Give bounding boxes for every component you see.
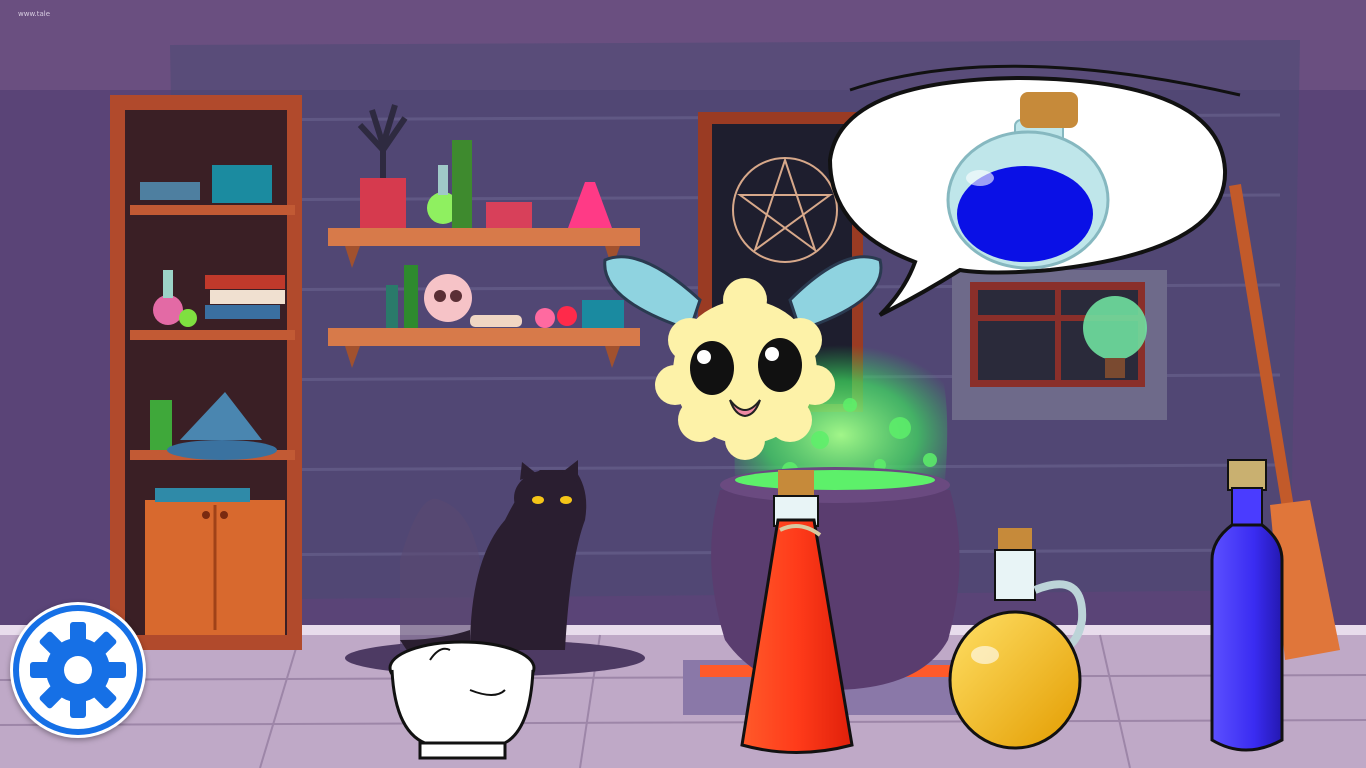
red-potion-button[interactable] [740,468,855,760]
game-scene [0,0,1366,768]
small-window [952,270,1167,420]
gear-icon [13,605,143,735]
corner-watermark-label: www.tale [18,10,51,18]
blue-potion-button[interactable] [1208,458,1288,760]
bookshelf [110,95,302,650]
settings-button[interactable] [10,602,146,738]
mortar-bowl-target[interactable] [390,640,535,760]
yellow-potion-button[interactable] [948,525,1088,753]
